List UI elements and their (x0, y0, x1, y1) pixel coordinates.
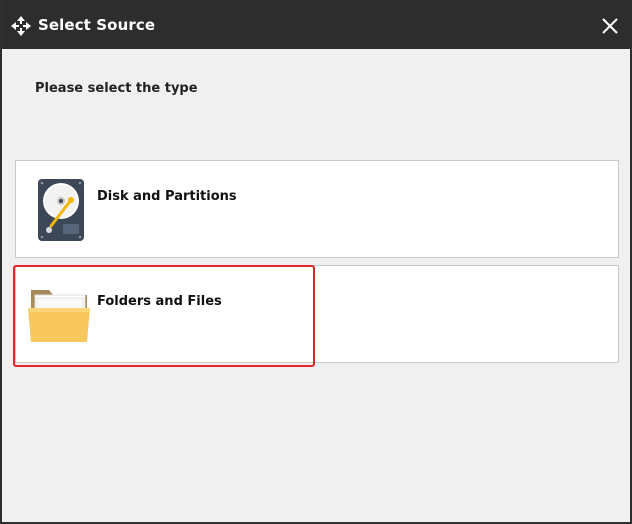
folder-icon (28, 290, 90, 342)
folders-and-files-label: Folders and Files (97, 294, 222, 309)
select-source-dialog: Select Source Please select the type Dis… (0, 0, 632, 524)
hard-disk-icon (38, 179, 84, 241)
title-bar: Select Source (2, 0, 632, 49)
move-arrows-icon (11, 16, 31, 36)
close-icon[interactable] (600, 16, 620, 36)
disk-and-partitions-option[interactable]: Disk and Partitions (15, 160, 619, 258)
dialog-title: Select Source (38, 16, 156, 34)
select-type-prompt: Please select the type (35, 81, 198, 96)
folders-and-files-option[interactable]: Folders and Files (15, 265, 619, 363)
disk-and-partitions-label: Disk and Partitions (97, 189, 237, 204)
